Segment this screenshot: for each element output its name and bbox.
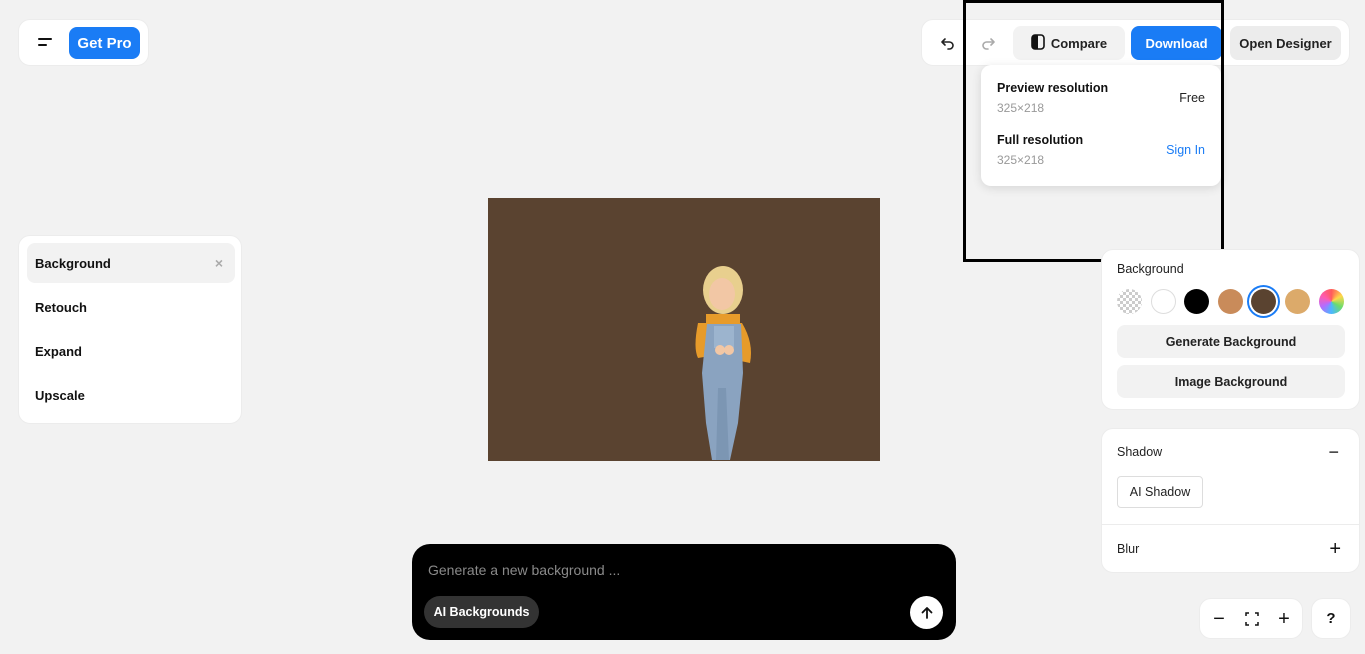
divider [1102,524,1359,525]
background-prompt-input[interactable] [428,558,928,582]
option-title: Full resolution [997,133,1084,147]
redo-icon[interactable] [976,32,1000,56]
background-options-panel: Background Generate Background Image Bac… [1101,249,1360,410]
generate-background-button[interactable]: Generate Background [1117,325,1345,358]
zoom-controls: − + [1199,598,1303,639]
menu-icon[interactable] [33,33,57,53]
arrow-up-icon [921,606,932,619]
tool-label: Upscale [35,387,85,403]
download-button[interactable]: Download [1131,26,1222,60]
compare-button[interactable]: Compare [1013,26,1125,60]
send-button[interactable] [910,596,943,629]
close-icon[interactable]: × [215,255,223,271]
tool-item-retouch[interactable]: Retouch [27,287,235,327]
free-label: Free [1179,91,1205,105]
shadow-title: Shadow [1117,445,1163,459]
compare-label: Compare [1050,35,1108,51]
undo-icon[interactable] [936,32,960,56]
tool-item-upscale[interactable]: Upscale [27,375,235,415]
zoom-in-icon[interactable]: + [1274,608,1294,630]
download-option-preview[interactable]: Preview resolution 325×218 Free [997,81,1205,121]
swatch-tan[interactable] [1285,289,1310,314]
top-left-toolbar: Get Pro [18,19,149,66]
prompt-bar: AI Backgrounds [412,544,956,640]
swatch-black[interactable] [1184,289,1209,314]
download-menu: Preview resolution 325×218 Free Full res… [981,65,1221,186]
tools-panel: Background × Retouch Expand Upscale [18,235,242,424]
open-designer-button[interactable]: Open Designer [1230,26,1341,60]
top-right-toolbar: Compare Download Open Designer [921,19,1350,66]
fit-screen-icon[interactable] [1242,609,1262,629]
tool-item-background[interactable]: Background × [27,243,235,283]
get-pro-button[interactable]: Get Pro [69,27,140,59]
option-size: 325×218 [997,153,1045,167]
tool-label: Retouch [35,299,87,315]
tool-label: Background [35,255,111,271]
subject-girl-image [695,266,751,460]
swatch-white[interactable] [1151,289,1176,314]
option-title: Preview resolution [997,81,1109,95]
collapse-minus-icon[interactable]: − [1328,442,1339,463]
help-button[interactable]: ? [1311,598,1351,639]
ai-shadow-button[interactable]: AI Shadow [1117,476,1203,508]
download-option-full[interactable]: Full resolution 325×218 Sign In [997,133,1205,173]
sign-in-link[interactable]: Sign In [1166,143,1205,157]
swatch-transparent[interactable] [1117,289,1142,314]
blur-title: Blur [1117,542,1140,556]
image-background-button[interactable]: Image Background [1117,365,1345,398]
swatch-custom-color[interactable] [1319,289,1344,314]
zoom-out-icon[interactable]: − [1209,608,1229,630]
option-size: 325×218 [997,101,1045,115]
swatch-dark-brown-selected[interactable] [1251,289,1276,314]
edited-image-canvas[interactable] [488,198,880,461]
tool-label: Expand [35,343,82,359]
ai-backgrounds-chip[interactable]: AI Backgrounds [424,596,539,628]
panel-title: Background [1117,262,1184,276]
shadow-blur-panel: Shadow − AI Shadow Blur + [1101,428,1360,573]
tool-item-expand[interactable]: Expand [27,331,235,371]
compare-icon [1031,33,1045,53]
expand-plus-icon[interactable]: + [1329,538,1341,561]
swatch-light-brown[interactable] [1218,289,1243,314]
